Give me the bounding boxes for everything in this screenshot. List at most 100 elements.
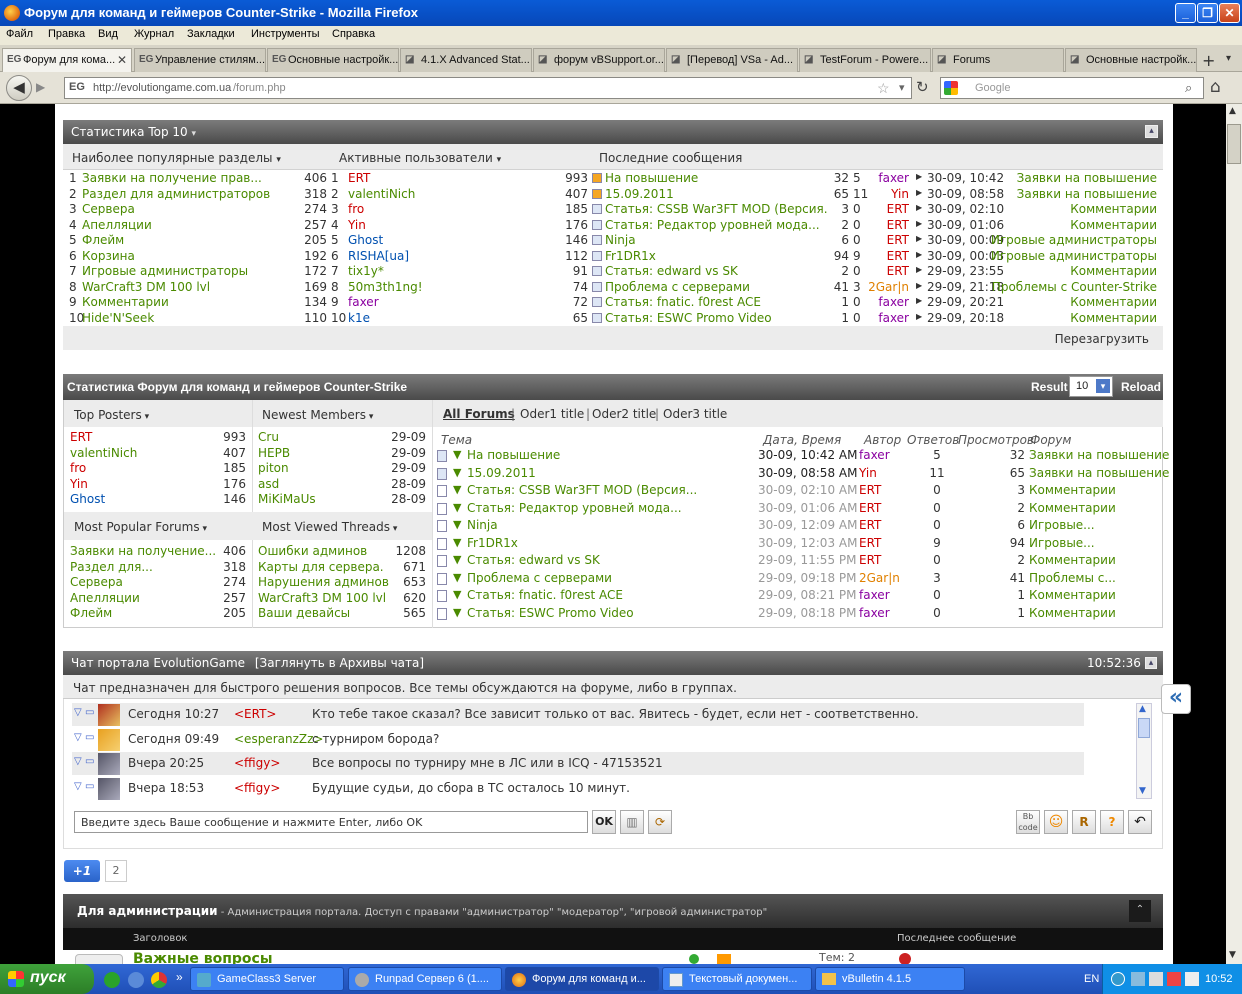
list-item-link[interactable]: Заявки на получение... — [70, 544, 216, 558]
scroll-thumb[interactable] — [1227, 124, 1241, 164]
user-link[interactable]: Yin — [348, 218, 366, 232]
thread-title-link[interactable]: Статья: Редактор уровней мода... — [467, 501, 757, 515]
thread-author-link[interactable]: ERT — [859, 501, 881, 515]
thread-title-link[interactable]: Статья: ESWC Promo Video — [467, 606, 757, 620]
chevron-down-icon[interactable]: ▾ — [191, 129, 196, 139]
thread-author-link[interactable]: ERT — [859, 483, 881, 497]
menu-file[interactable]: Файл — [6, 28, 33, 40]
reload-button[interactable]: Reload — [1121, 380, 1161, 394]
most-popular-forums-title[interactable]: Most Popular Forums ▾ — [74, 520, 207, 534]
top10-col-sections[interactable]: Наиболее популярные разделы ▾ — [72, 151, 281, 165]
thread-link[interactable]: Fr1DR1x — [605, 249, 827, 263]
expand-arrow-icon[interactable]: ▼ — [453, 536, 461, 549]
quote-icon[interactable]: ▭ — [85, 732, 94, 743]
section-link[interactable]: Апелляции — [82, 218, 152, 232]
author-link[interactable]: ERT — [863, 202, 909, 216]
language-indicator[interactable]: EN — [1084, 973, 1099, 985]
taskbar-notepad[interactable]: Текстовый докумен... — [662, 967, 812, 991]
tab-forums[interactable]: ◪ Forums — [932, 48, 1064, 72]
list-item-link[interactable]: Cru — [258, 430, 279, 444]
thread-title-link[interactable]: Fr1DR1x — [467, 536, 757, 550]
chat-user-link[interactable]: <ffigy> — [234, 756, 280, 770]
chat-user-link[interactable]: <ffigy> — [234, 781, 280, 795]
tray-icon[interactable] — [1131, 972, 1145, 986]
section-link[interactable]: Hide'N'Seek — [82, 311, 154, 325]
newest-members-title[interactable]: Newest Members ▾ — [262, 408, 373, 422]
result-select[interactable]: 10 ▾ — [1069, 376, 1113, 397]
reply-icon[interactable]: ▽ — [74, 732, 82, 743]
new-tab-button[interactable]: + — [1202, 51, 1215, 70]
thread-forum-link[interactable]: Проблемы с... — [1029, 571, 1116, 585]
forum-link[interactable]: Игровые администраторы — [991, 249, 1157, 263]
tab-forum[interactable]: EG Форум для кома... ✕ — [2, 48, 132, 73]
expand-arrow-icon[interactable]: ▼ — [453, 501, 461, 514]
thread-forum-link[interactable]: Комментарии — [1029, 501, 1116, 515]
author-link[interactable]: ERT — [863, 249, 909, 263]
expand-arrow-icon[interactable]: ▼ — [453, 571, 461, 584]
section-link[interactable]: WarCraft3 DM 100 lvl — [82, 280, 210, 294]
maximize-button[interactable]: ❐ — [1197, 3, 1218, 23]
forum-link[interactable]: Комментарии — [1070, 311, 1157, 325]
thread-link[interactable]: На повышение — [605, 171, 827, 185]
chat-archive-link[interactable]: [Заглянуть в Архивы чата] — [255, 656, 424, 670]
menu-view[interactable]: Вид — [98, 28, 118, 40]
collapse-icon[interactable]: ⌃ — [1129, 900, 1151, 922]
page-scrollbar[interactable]: ▲ ▼ — [1226, 104, 1242, 964]
back-button[interactable]: ◀ — [6, 75, 32, 101]
scroll-up-icon[interactable]: ▲ — [1229, 106, 1236, 116]
collapse-icon[interactable]: ▴ — [1145, 657, 1157, 669]
collapse-icon[interactable]: ▴ — [1145, 125, 1158, 138]
section-link[interactable]: Сервера — [82, 202, 135, 216]
reload-icon[interactable]: ↻ — [916, 78, 936, 98]
start-button[interactable]: пуск — [0, 964, 94, 994]
thread-forum-link[interactable]: Заявки на повышение — [1029, 448, 1169, 462]
expand-arrow-icon[interactable]: ▼ — [453, 466, 461, 479]
section-link[interactable]: Заявки на получение прав... — [82, 171, 262, 185]
chat-clear-icon[interactable]: ▥ — [620, 810, 644, 834]
quote-icon[interactable]: ▭ — [85, 781, 94, 792]
user-link[interactable]: fro — [348, 202, 364, 216]
google-plus-one-button[interactable]: +1 — [64, 860, 100, 882]
filter-oder2[interactable]: Oder2 title — [592, 407, 656, 421]
thread-forum-link[interactable]: Комментарии — [1029, 553, 1116, 567]
expand-arrow-icon[interactable]: ▼ — [453, 588, 461, 601]
tab-advanced-stats[interactable]: ◪ 4.1.X Advanced Stat... — [400, 48, 532, 72]
author-link[interactable]: faxer — [863, 311, 909, 325]
list-item-link[interactable]: Сервера — [70, 575, 123, 589]
rules-icon[interactable]: R — [1072, 810, 1096, 834]
tab-settings-2[interactable]: ◪ Основные настройк... — [1065, 48, 1197, 72]
list-item-link[interactable]: fro — [70, 461, 86, 475]
section-link[interactable]: Раздел для администраторов — [82, 187, 270, 201]
scroll-down-icon[interactable]: ▼ — [1229, 950, 1236, 960]
quick-launch-more-icon[interactable]: » — [176, 970, 183, 984]
reply-icon[interactable]: ▽ — [74, 707, 82, 718]
list-item-link[interactable]: Раздел для... — [70, 560, 153, 574]
list-item-link[interactable]: Ошибки админов — [258, 544, 367, 558]
thread-title-link[interactable]: Статья: CSSB War3FT MOD (Версия... — [467, 483, 757, 497]
author-link[interactable]: ERT — [863, 218, 909, 232]
user-link[interactable]: faxer — [348, 295, 379, 309]
reply-icon[interactable]: ▽ — [74, 756, 82, 767]
tray-icon[interactable] — [1167, 972, 1181, 986]
expand-arrow-icon[interactable]: ▼ — [453, 553, 461, 566]
top10-col-users[interactable]: Активные пользователи ▾ — [339, 151, 501, 165]
taskbar-runpad[interactable]: Runpad Сервер 6 (1.... — [348, 967, 502, 991]
reload-link[interactable]: Перезагрузить — [1055, 332, 1149, 346]
forum-link[interactable]: Комментарии — [1070, 264, 1157, 278]
volume-icon[interactable] — [1185, 972, 1199, 986]
tab-styles[interactable]: EG Управление стилям... — [134, 48, 266, 72]
side-expand-icon[interactable]: « — [1161, 684, 1191, 714]
thread-title-link[interactable]: Проблема с серверами — [467, 571, 757, 585]
top-posters-title[interactable]: Top Posters ▾ — [74, 408, 149, 422]
search-field[interactable]: Google ⌕ — [940, 77, 1204, 99]
thread-link[interactable]: Статья: ESWC Promo Video — [605, 311, 827, 325]
bookmark-star-icon[interactable]: ☆ — [877, 80, 890, 97]
thread-forum-link[interactable]: Игровые... — [1029, 536, 1095, 550]
section-link[interactable]: Игровые администраторы — [82, 264, 248, 278]
chat-user-link[interactable]: <ERT> — [234, 707, 277, 721]
tab-vsa[interactable]: ◪ [Перевод] VSa - Ad... — [666, 48, 798, 72]
section-link[interactable]: Корзина — [82, 249, 135, 263]
reply-icon[interactable]: ▽ — [74, 781, 82, 792]
thread-author-link[interactable]: ERT — [859, 536, 881, 550]
filter-all-forums[interactable]: All Forums — [443, 407, 515, 421]
